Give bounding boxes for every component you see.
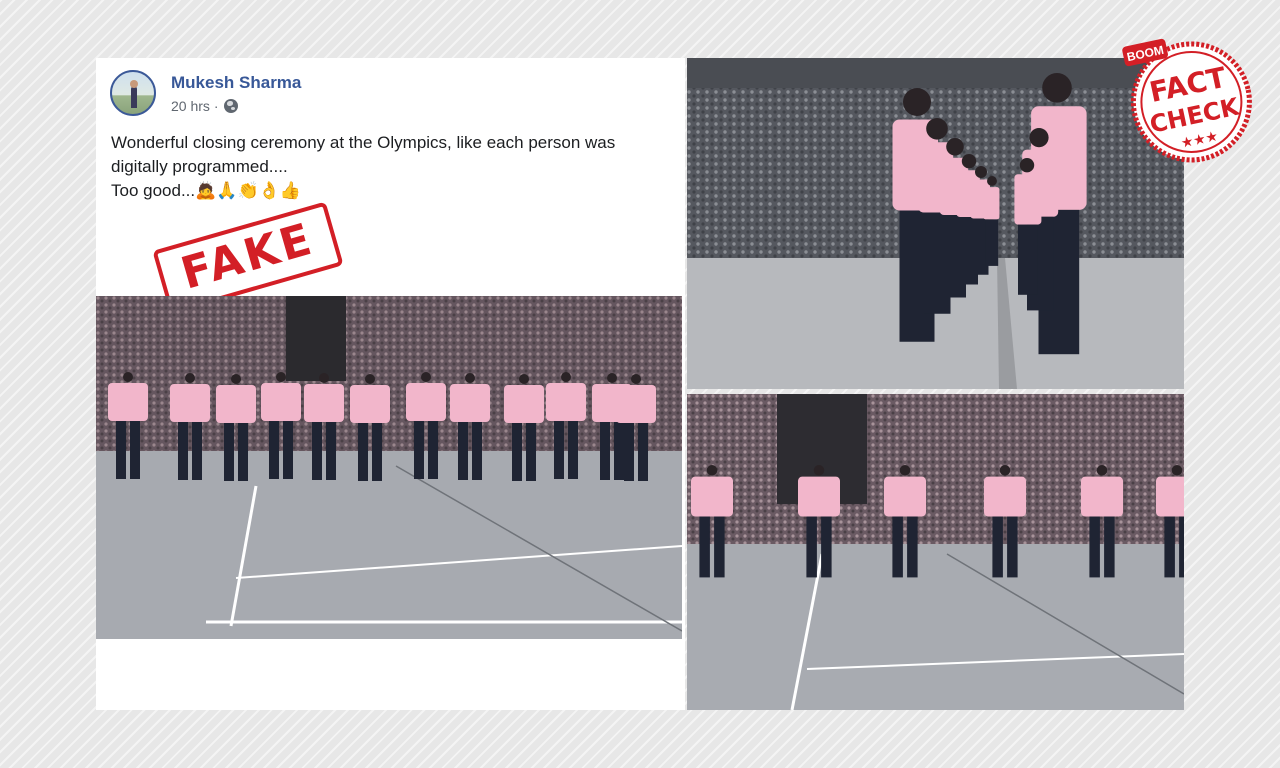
avatar[interactable] xyxy=(110,70,156,116)
post-text-line: Wonderful closing ceremony at the Olympi… xyxy=(111,133,616,152)
post-text: Wonderful closing ceremony at the Olympi… xyxy=(111,131,671,203)
post-time[interactable]: 20 hrs xyxy=(171,98,210,114)
front-view-image[interactable] xyxy=(687,394,1184,710)
side-view-photo xyxy=(687,58,1184,389)
author-name[interactable]: Mukesh Sharma xyxy=(171,73,301,93)
front-view-photo xyxy=(687,394,1184,710)
post-text-line: digitally programmed.... xyxy=(111,157,288,176)
post-text-line: Too good...🙇🙏👏👌👍 xyxy=(111,181,301,200)
meta-separator: · xyxy=(213,98,219,114)
performer-figure xyxy=(1014,158,1042,295)
front-row-photo xyxy=(96,296,682,639)
side-view-image[interactable] xyxy=(687,58,1184,389)
fact-check-badge: BOOM FACT CHECK ★★★ xyxy=(1122,38,1252,163)
post-image-front-row[interactable] xyxy=(96,296,682,639)
globe-icon[interactable] xyxy=(223,99,238,113)
post-meta: 20 hrs · xyxy=(171,98,238,114)
boom-fact-check-logo: BOOM FACT CHECK ★★★ xyxy=(1113,20,1268,180)
